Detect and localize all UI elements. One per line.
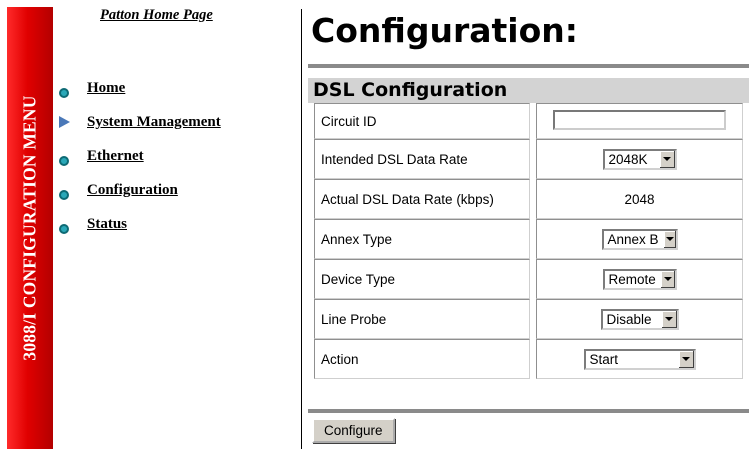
dsl-config-table: Circuit ID Intended DSL Data Rate 2048K …: [308, 103, 749, 379]
circuit-id-label: Circuit ID: [314, 103, 530, 139]
section-header: DSL Configuration: [308, 78, 749, 103]
triangle-right-icon: [59, 116, 70, 128]
table-row: Line Probe Disable: [314, 299, 743, 339]
annex-type-cell: Annex B: [536, 219, 743, 259]
configure-button[interactable]: Configure: [312, 418, 395, 443]
actual-rate-label: Actual DSL Data Rate (kbps): [314, 179, 530, 219]
chevron-down-icon: [682, 357, 690, 361]
annex-type-label: Annex Type: [314, 219, 530, 259]
bullet-icon: [59, 190, 69, 200]
table-row: Actual DSL Data Rate (kbps) 2048: [314, 179, 743, 219]
annex-type-select[interactable]: Annex B: [601, 228, 678, 250]
chevron-down-icon: [663, 157, 671, 161]
table-row: Device Type Remote: [314, 259, 743, 299]
sidebar-item-home[interactable]: Home: [56, 80, 221, 114]
menu-title: 3088/I CONFIGURATION MENU: [19, 95, 40, 361]
circuit-id-input[interactable]: [553, 109, 726, 130]
section-title: DSL Configuration: [313, 79, 508, 101]
footer-rule: [308, 409, 749, 413]
page-title: Configuration:: [311, 11, 578, 50]
dropdown-button[interactable]: [677, 350, 694, 368]
action-label: Action: [314, 339, 530, 379]
chevron-down-icon: [665, 237, 674, 241]
circuit-id-cell: [536, 103, 743, 139]
table-row: Intended DSL Data Rate 2048K: [314, 139, 743, 179]
intended-rate-cell: 2048K: [536, 139, 743, 179]
sidebar-item-label[interactable]: Ethernet: [87, 148, 144, 164]
bullet-icon: [59, 224, 69, 234]
chevron-down-icon: [663, 277, 672, 281]
chevron-down-icon: [665, 317, 673, 321]
device-type-value: Remote: [608, 271, 656, 287]
line-probe-select[interactable]: Disable: [600, 308, 679, 330]
home-page-link[interactable]: Patton Home Page: [100, 7, 213, 24]
bullet-icon: [59, 156, 69, 166]
dropdown-button[interactable]: [658, 150, 675, 168]
dropdown-button[interactable]: [662, 230, 676, 248]
actual-rate-value: 2048: [536, 179, 743, 219]
table-row: Annex Type Annex B: [314, 219, 743, 259]
dropdown-button[interactable]: [660, 310, 677, 328]
device-type-cell: Remote: [536, 259, 743, 299]
intended-rate-label: Intended DSL Data Rate: [314, 139, 530, 179]
action-select[interactable]: Start: [583, 348, 696, 370]
title-rule: [308, 64, 749, 68]
device-type-label: Device Type: [314, 259, 530, 299]
action-value: Start: [589, 351, 619, 367]
table-row: Action Start: [314, 339, 743, 379]
dropdown-button[interactable]: [659, 270, 675, 288]
bullet-icon: [59, 88, 69, 98]
intended-rate-select[interactable]: 2048K: [602, 148, 677, 170]
vertical-divider: [301, 9, 302, 449]
sidebar-item-system-management[interactable]: System Management: [56, 114, 221, 148]
sidebar-item-label[interactable]: System Management: [87, 114, 221, 130]
sidebar-nav: Home System Management Ethernet Configur…: [56, 80, 221, 250]
annex-type-value: Annex B: [607, 231, 659, 247]
device-type-select[interactable]: Remote: [602, 268, 677, 290]
line-probe-value: Disable: [606, 311, 652, 327]
line-probe-cell: Disable: [536, 299, 743, 339]
sidebar-item-label[interactable]: Home: [87, 80, 125, 96]
sidebar-item-label[interactable]: Status: [87, 216, 127, 232]
sidebar-item-label[interactable]: Configuration: [87, 182, 178, 198]
sidebar-item-status[interactable]: Status: [56, 216, 221, 250]
menu-strip: 3088/I CONFIGURATION MENU: [7, 7, 53, 449]
intended-rate-value: 2048K: [608, 151, 648, 167]
sidebar-item-configuration[interactable]: Configuration: [56, 182, 221, 216]
table-row: Circuit ID: [314, 103, 743, 139]
sidebar-item-ethernet[interactable]: Ethernet: [56, 148, 221, 182]
line-probe-label: Line Probe: [314, 299, 530, 339]
action-cell: Start: [536, 339, 743, 379]
